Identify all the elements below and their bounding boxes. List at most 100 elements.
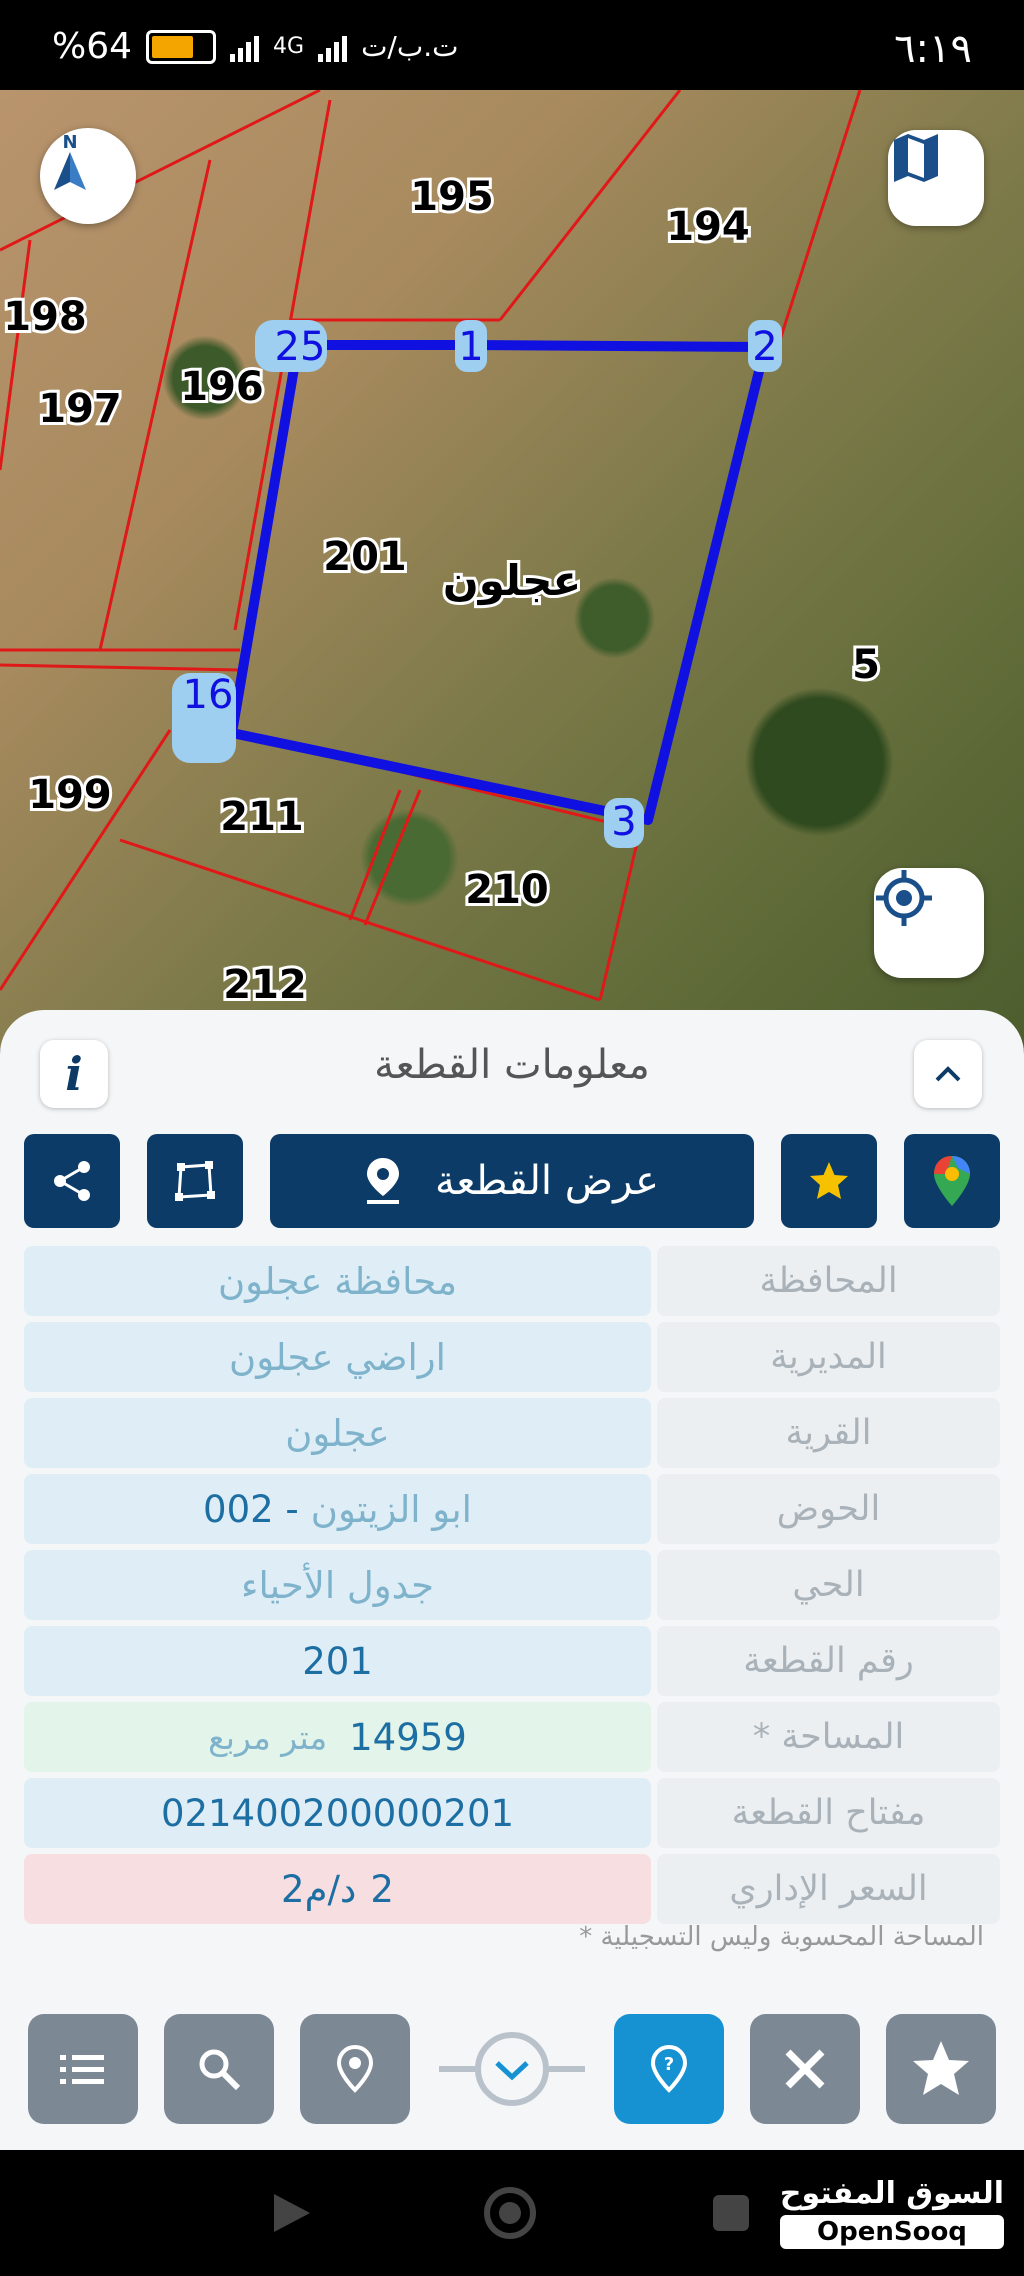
search-icon (199, 2049, 241, 2091)
chevron-up-icon (935, 1066, 961, 1082)
my-location-button[interactable] (874, 868, 984, 978)
detail-row-admin-price: د/م2 2 السعر الإداري (24, 1854, 1000, 1924)
clock: ٦:١٩ (894, 26, 972, 72)
detail-label: المديرية (657, 1322, 1000, 1392)
detail-label: رقم القطعة (657, 1626, 1000, 1696)
collapse-button[interactable] (914, 1040, 982, 1108)
polygon-icon (175, 1161, 215, 1201)
system-navigation-bar: السوق المفتوح OpenSooq (0, 2150, 1024, 2276)
detail-label: مفتاح القطعة (657, 1778, 1000, 1848)
place-button[interactable] (300, 2014, 410, 2124)
brand-latin: OpenSooq (779, 2215, 1004, 2249)
vertex-label: 3 (611, 799, 636, 845)
parcel-info-sheet: i معلومات القطعة عرض القطعة محافظة عجلون… (0, 1010, 1024, 2150)
parcel-label: 5 (852, 642, 880, 688)
detail-value: 201 (24, 1626, 651, 1696)
brand-arabic: السوق المفتوح (779, 2176, 1004, 2211)
show-parcel-button[interactable]: عرض القطعة (270, 1134, 754, 1228)
location-pin-icon (366, 1158, 399, 1204)
toggle-panel-button[interactable] (439, 2031, 585, 2107)
chevron-down-icon (439, 2032, 585, 2106)
vertex-label: 16 (183, 672, 234, 718)
detail-label: الحوض (657, 1474, 1000, 1544)
google-maps-button[interactable] (904, 1134, 1000, 1228)
bottom-toolbar: ? (0, 1986, 1024, 2150)
detail-row-directorate: اراضي عجلون المديرية (24, 1322, 1000, 1392)
detail-value: 021400200000201 (24, 1778, 651, 1848)
detail-row-village: عجلون القرية (24, 1398, 1000, 1468)
detail-row-governorate: محافظة عجلون المحافظة (24, 1246, 1000, 1316)
detail-label: السعر الإداري (657, 1854, 1000, 1924)
help-button[interactable]: ? (614, 2014, 724, 2124)
parcel-label: 201 (323, 534, 407, 580)
detail-label: القرية (657, 1398, 1000, 1468)
parcel-label: 212 (223, 962, 307, 1008)
detail-value: اراضي عجلون (24, 1322, 651, 1392)
detail-row-area: متر مربع 14959 * المساحة (24, 1702, 1000, 1772)
favorite-button[interactable] (781, 1134, 877, 1228)
compass-button[interactable]: N (40, 128, 136, 224)
help-pin-icon: ? (650, 2044, 688, 2093)
detail-value: 002 - ابو الزيتون (24, 1474, 651, 1544)
search-button[interactable] (164, 2014, 274, 2124)
detail-value: متر مربع 14959 (24, 1702, 651, 1772)
share-icon (54, 1161, 90, 1201)
watermark-logo: السوق المفتوح OpenSooq (779, 2176, 1004, 2249)
carrier-label: ت.ب/ت (361, 30, 459, 63)
area-number: 14959 (349, 1715, 467, 1759)
measure-button[interactable] (750, 2014, 860, 2124)
list-button[interactable] (28, 2014, 138, 2124)
detail-label: * المساحة (657, 1702, 1000, 1772)
vertex-label: 1 (458, 324, 483, 370)
back-icon (274, 2194, 310, 2232)
map-view[interactable]: 25 1 2 16 3 195 194 198 197 196 201 5 19… (0, 90, 1024, 1050)
parcel-map: 25 1 2 16 3 195 194 198 197 196 201 5 19… (0, 90, 883, 1011)
detail-label: الحي (657, 1550, 1000, 1620)
svg-text:N: N (62, 132, 77, 153)
basin-code: 002 - (203, 1487, 299, 1531)
detail-value: جدول الأحياء (24, 1550, 651, 1620)
compass-icon: N (54, 132, 86, 190)
parcel-label: 194 (666, 204, 750, 250)
ruler-pencil-icon (785, 2049, 825, 2089)
status-left: %64 4G ت.ب/ت (52, 26, 458, 67)
area-footnote: * المساحة المحسوبة وليس التسجيلية (579, 1922, 984, 1952)
battery-icon (146, 29, 217, 64)
svg-text:?: ? (664, 2054, 674, 2075)
favorites-button[interactable] (886, 2014, 996, 2124)
area-unit: متر مربع (208, 1717, 328, 1757)
signal-icon (230, 32, 260, 62)
crosshair-icon (876, 870, 932, 926)
recents-icon (713, 2195, 749, 2231)
parcel-details-table: محافظة عجلون المحافظة اراضي عجلون المدير… (24, 1246, 1000, 1930)
detail-row-parcel-number: 201 رقم القطعة (24, 1626, 1000, 1696)
detail-value: محافظة عجلون (24, 1246, 651, 1316)
detail-value: د/م2 2 (24, 1854, 651, 1924)
parcel-label: 196 (180, 364, 264, 410)
vertex-label: 25 (275, 324, 326, 370)
list-icon (60, 2055, 104, 2084)
parcel-label: 195 (410, 174, 494, 220)
price-value: 2 (370, 1867, 394, 1911)
locality-label: عجلون (443, 556, 581, 606)
star-icon (810, 1162, 848, 1199)
network-type: 4G (273, 34, 305, 59)
sheet-title: معلومات القطعة (374, 1042, 650, 1088)
google-maps-icon (934, 1156, 970, 1206)
map-layers-button[interactable] (888, 130, 984, 226)
battery-percent: %64 (52, 26, 133, 67)
detail-row-neighborhood: جدول الأحياء الحي (24, 1550, 1000, 1620)
parcel-label: 199 (28, 772, 112, 818)
parcel-label: 197 (38, 386, 122, 432)
price-unit: د/م2 (281, 1867, 357, 1911)
share-button[interactable] (24, 1134, 120, 1228)
vertex-label: 2 (752, 324, 777, 370)
action-bar: عرض القطعة (24, 1134, 1000, 1228)
polygon-button[interactable] (147, 1134, 243, 1228)
basin-name: ابو الزيتون (310, 1487, 472, 1531)
place-icon (336, 2044, 374, 2093)
status-bar: %64 4G ت.ب/ت ٦:١٩ (0, 0, 1024, 90)
map-icon (894, 134, 938, 182)
detail-row-basin: 002 - ابو الزيتون الحوض (24, 1474, 1000, 1544)
parcel-label: 210 (465, 867, 549, 913)
